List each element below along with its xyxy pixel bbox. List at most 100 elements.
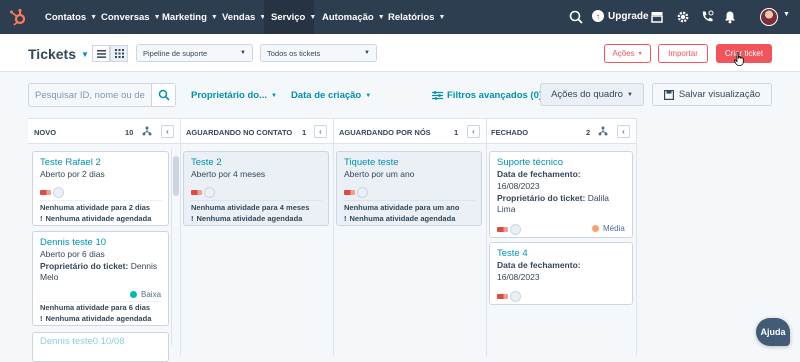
upgrade-icon: ↑ [592,10,604,22]
nav-item-servico[interactable]: Serviço ▼ [264,0,316,34]
create-ticket-button[interactable]: Criar ticket [716,44,772,63]
list-view-toggle[interactable] [92,45,110,62]
notifications-icon[interactable] [722,9,738,25]
ticket-card[interactable]: Teste Rafael 2 Aberto por 2 dias Nenhuma… [32,151,169,226]
collapse-column-button[interactable]: ‹ [467,125,480,138]
ticket-title[interactable]: Dennis teste0 10/08 [40,336,125,347]
board-view-icon [114,49,124,58]
pipeline-select[interactable]: Pipeline de suporte ▼ [136,44,253,62]
automation-icon[interactable] [598,126,608,136]
nav-label: Conversas [101,11,150,23]
close-date-label-text: Data de fechamento: [497,260,581,270]
search-button[interactable] [151,84,175,106]
page-title[interactable]: Tickets ▼ [28,46,89,62]
ticket-card[interactable]: Dennis teste 10 Aberto por 6 dias Propri… [32,231,169,326]
board-actions-label: Ações do quadro [551,89,623,100]
actions-button[interactable]: Ações ▼ [604,44,651,63]
scrollbar-thumb[interactable] [173,156,179,196]
nav-label: Vendas [222,11,256,23]
column-header: AGUARDANDO POR NÓS 1 ‹ [334,118,486,144]
ticket-open-duration: Aberto por 6 dias [40,249,105,259]
scheduled-status: ! Nenhuma atividade agendada [40,214,151,223]
hand-cursor-icon [734,52,744,66]
owner-value: Dalila [587,193,609,203]
top-navigation: Contatos ▼ Conversas ▼ Marketing ▼ Vendas ▼ … [0,0,800,34]
board-actions-button[interactable]: Ações do quadro ▼ [540,83,644,106]
nav-label: Contatos [45,11,87,23]
collapse-column-button[interactable]: ‹ [314,125,327,138]
ticket-associations [344,187,368,198]
owner-value: Dennis [130,261,158,271]
created-date-filter[interactable]: Data de criação ▼ [291,90,371,101]
advanced-filters-button[interactable]: Filtros avançados (0) [432,90,542,101]
hubspot-logo-icon[interactable] [8,7,28,27]
import-button[interactable]: Importar [658,44,708,63]
save-view-button[interactable]: Salvar visualização [652,83,772,106]
alert-icon: ! [344,214,347,223]
nav-item-relatorios[interactable]: Relatórios ▼ [381,0,452,34]
ticket-card[interactable]: Teste 4 Data de fechamento: 16/08/2023 [489,242,633,305]
company-logo-icon [191,190,202,195]
chevron-down-icon: ▼ [271,92,277,99]
activity-status: Nenhuma atividade para 4 meses [191,203,310,212]
chevron-left-icon: ‹ [166,127,169,136]
filter-toolbar: Pesquisar ID, nome ou de Proprietário do… [0,72,800,118]
user-avatar[interactable] [760,8,778,26]
upgrade-button[interactable]: ↑ Upgrade [592,10,649,22]
automation-icon[interactable] [142,126,152,136]
ticket-card[interactable]: Suporte técnico Data de fechamento: 16/0… [489,151,633,238]
ticket-title[interactable]: Suporte técnico [497,157,563,168]
column-name: FECHADO [491,128,529,137]
priority-dot [592,225,599,232]
ticket-title[interactable]: Teste Rafael 2 [40,157,101,168]
search-icon [158,89,170,101]
chevron-down-icon: ▼ [626,91,633,98]
ticket-title[interactable]: Tiquete teste [344,157,399,168]
settings-icon[interactable] [675,9,691,25]
chevron-left-icon: ‹ [319,127,322,136]
activity-status: Nenhuma atividade para 6 dias [40,303,151,312]
ticket-card[interactable]: Dennis teste0 10/08 [32,332,169,362]
owner-avatar [53,187,64,198]
scheduled-status: ! Nenhuma atividade agendada [40,314,151,323]
upgrade-label: Upgrade [608,10,649,22]
company-logo-icon [344,190,355,195]
ticket-owner: Proprietário do ticket: Dennis [40,261,157,271]
company-logo-icon [40,190,51,195]
ticket-associations [40,187,64,198]
search-input[interactable]: Pesquisar ID, nome ou de [35,90,153,101]
column-scrollbar[interactable] [171,148,179,345]
page-header: Tickets ▼ Pipeline de suporte ▼ Todos os t… [0,34,800,72]
nav-label: Relatórios [388,11,435,23]
help-button[interactable]: Ajuda [756,318,790,346]
chevron-down-icon: ▼ [438,13,446,21]
owner-filter[interactable]: Proprietário do... ▼ [191,90,277,101]
ticket-title[interactable]: Teste 4 [497,248,528,259]
collapse-column-button[interactable]: ‹ [161,125,174,138]
calling-icon[interactable] [699,9,715,25]
ticket-card[interactable]: Teste 2 Aberto por 4 meses Nenhuma ativi… [183,151,329,226]
ticket-title[interactable]: Teste 2 [191,157,222,168]
column-header: NOVO 10 ‹ [28,118,180,144]
divider [190,200,322,201]
board-view-toggle[interactable] [110,45,128,62]
column-count: 1 [302,128,307,137]
owner-label: Proprietário do ticket: [40,261,129,271]
tickets-view-select[interactable]: Todos os tickets ▼ [260,44,377,62]
column-count: 1 [454,128,459,137]
column-count: 2 [586,128,591,137]
activity-status: Nenhuma atividade para 2 dias [40,203,151,212]
divider [39,200,162,201]
collapse-column-button[interactable]: ‹ [617,125,630,138]
company-logo-icon [497,227,508,232]
chevron-down-icon[interactable]: ▼ [783,11,790,18]
created-filter-label: Data de criação [291,90,362,101]
tickets-select-value: Todos os tickets [267,48,321,58]
ticket-card[interactable]: Tiquete teste Aberto por um ano Nenhuma … [336,151,482,226]
priority-badge: Média [592,224,625,233]
search-icon[interactable] [568,9,584,25]
marketplace-icon[interactable] [649,9,665,25]
divider [39,301,162,302]
list-view-icon [96,49,106,58]
ticket-title[interactable]: Dennis teste 10 [40,237,106,248]
